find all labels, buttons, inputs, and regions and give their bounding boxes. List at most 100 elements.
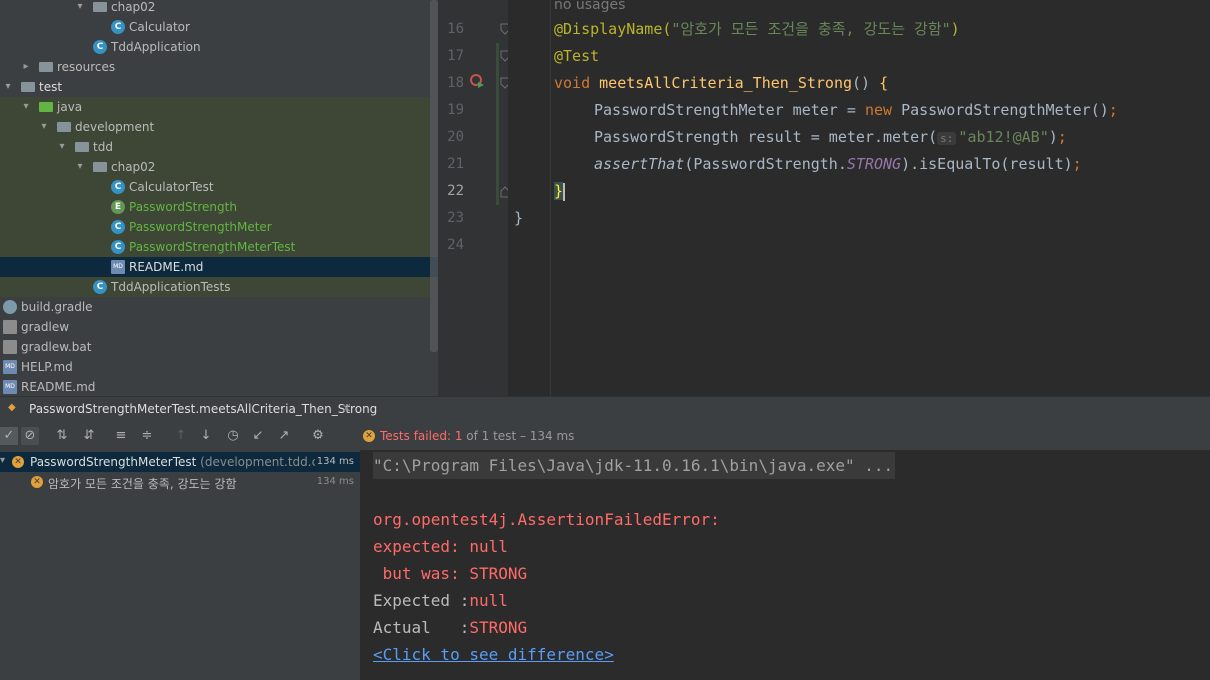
test-class-icon: C <box>111 180 125 194</box>
test-status-text: Tests failed: 1 of 1 test – 134 ms <box>380 429 575 443</box>
package-icon <box>57 122 71 132</box>
parameter-hint: s: <box>937 132 957 145</box>
tree-item-tddapplication[interactable]: C TddApplication <box>0 37 430 57</box>
code-line-17: @Test <box>554 47 600 65</box>
console-expected: Expected :null <box>373 591 508 610</box>
test-item-class[interactable]: ▾ ✕ PasswordStrengthMeterTest (developme… <box>0 452 360 472</box>
run-tab-label[interactable]: PasswordStrengthMeterTest.meetsAllCriter… <box>29 402 377 416</box>
console-expected-line: expected: null <box>373 537 508 556</box>
tree-item-passwordstrengthmeter[interactable]: C PasswordStrengthMeter <box>0 217 430 237</box>
chevron-down-icon[interactable]: ▾ <box>74 157 86 177</box>
line-number: 22 <box>447 183 464 199</box>
test-history-icon[interactable]: ◷ <box>224 427 242 445</box>
line-number: 20 <box>447 129 464 145</box>
chevron-down-icon[interactable]: ▾ <box>56 137 68 157</box>
code-line-16: @DisplayName("암호가 모든 조건을 충족, 강도는 강함") <box>554 20 960 38</box>
vcs-change-marker <box>496 43 499 205</box>
tree-item-readme-root[interactable]: MD README.md <box>0 377 430 396</box>
enum-icon: E <box>111 200 125 214</box>
test-status-bar: ✕ Tests failed: 1 of 1 test – 134 ms <box>360 422 1210 450</box>
tree-item-build-gradle[interactable]: build.gradle <box>0 297 430 317</box>
see-difference-link[interactable]: <Click to see difference> <box>373 641 614 668</box>
line-number: 19 <box>447 102 464 118</box>
code-line-18: void meetsAllCriteria_Then_Strong() { <box>554 74 889 92</box>
tree-item-test[interactable]: ▾ test <box>0 77 430 97</box>
project-tree: ▾ chap02 C Calculator C TddApplication ▸… <box>0 0 438 396</box>
test-method-label: 암호가 모든 조건을 충족, 강도는 강함 <box>48 477 237 491</box>
test-source-folder-icon <box>39 102 53 112</box>
show-ignored-icon[interactable]: ⊘ <box>21 427 39 445</box>
spring-class-icon: C <box>93 40 107 54</box>
console-actual: Actual :STRONG <box>373 618 528 637</box>
test-class-icon: C <box>93 280 107 294</box>
code-line-22: } <box>554 178 566 205</box>
folder-icon <box>21 82 35 92</box>
console-output[interactable]: "C:\Program Files\Java\jdk-11.0.16.1\bin… <box>360 450 1210 680</box>
export-tests-icon[interactable]: ↗ <box>275 427 293 445</box>
code-line-23: } <box>514 209 524 227</box>
tree-item-development[interactable]: ▾ development <box>0 117 430 137</box>
tree-item-help-md[interactable]: MD HELP.md <box>0 357 430 377</box>
resources-folder-icon <box>39 62 53 72</box>
settings-gear-icon[interactable]: ⚙ <box>309 427 327 445</box>
tree-item-resources[interactable]: ▸ resources <box>0 57 430 77</box>
tree-item-calculator[interactable]: C Calculator <box>0 17 430 37</box>
line-number: 24 <box>447 237 464 253</box>
tree-item-tdd[interactable]: ▾ tdd <box>0 137 430 157</box>
failed-icon: ✕ <box>363 430 375 442</box>
code-line-19: PasswordStrengthMeter meter = new Passwo… <box>594 101 1118 119</box>
markdown-icon: MD <box>3 380 17 394</box>
markdown-icon: MD <box>3 360 17 374</box>
run-test-failed-icon[interactable] <box>470 74 484 88</box>
chevron-down-icon[interactable]: ▾ <box>0 455 5 466</box>
chevron-down-icon[interactable]: ▾ <box>74 0 86 17</box>
console-command-line: "C:\Program Files\Java\jdk-11.0.16.1\bin… <box>373 452 896 479</box>
test-item-method[interactable]: ✕ 암호가 모든 조건을 충족, 강도는 강함 134 ms <box>0 472 360 492</box>
tree-item-readme-selected[interactable]: MD README.md <box>0 257 438 277</box>
close-tab-icon[interactable]: × <box>341 401 352 416</box>
tree-item-chap02-test[interactable]: ▾ chap02 <box>0 157 430 177</box>
tree-item-tddapplicationtests[interactable]: C TddApplicationTests <box>0 277 430 297</box>
collapse-all-icon[interactable]: ≑ <box>138 427 156 445</box>
code-line-21: assertThat(PasswordStrength.STRONG).isEq… <box>594 155 1082 173</box>
chevron-down-icon[interactable]: ▾ <box>2 77 14 97</box>
expand-all-icon[interactable]: ≡ <box>112 427 130 445</box>
test-runner-toolbar: ✓ ⊘ ⇅ ⇵ ≡ ≑ ↑ ↓ ◷ ↙ ↗ ⚙ <box>0 422 360 450</box>
code-editor[interactable]: no usages @DisplayName("암호가 모든 조건을 충족, 강… <box>508 0 1210 396</box>
file-icon <box>3 340 17 354</box>
chevron-right-icon[interactable]: ▸ <box>20 57 32 77</box>
console-error-class: org.opentest4j.AssertionFailedError: <box>373 510 720 529</box>
tree-item-calculatortest[interactable]: C CalculatorTest <box>0 177 430 197</box>
run-config-icon: ◆ <box>8 402 16 413</box>
class-icon: C <box>111 20 125 34</box>
line-number: 21 <box>447 156 464 172</box>
sort-duration-icon[interactable]: ⇵ <box>80 427 98 445</box>
folder-icon <box>93 2 107 12</box>
failed-icon: ✕ <box>31 476 43 488</box>
line-number: 18 <box>447 75 464 91</box>
console-butwas-line: but was: STRONG <box>373 564 528 583</box>
text-caret <box>563 182 566 201</box>
tree-item-passwordstrength[interactable]: E PasswordStrength <box>0 197 430 217</box>
tree-scrollbar[interactable] <box>430 0 438 352</box>
line-number: 17 <box>447 48 464 64</box>
previous-failed-icon[interactable]: ↑ <box>172 427 190 445</box>
show-passed-icon[interactable]: ✓ <box>0 427 18 445</box>
sort-alpha-icon[interactable]: ⇅ <box>53 427 71 445</box>
test-class-label: PasswordStrengthMeterTest <box>30 455 197 469</box>
chevron-down-icon[interactable]: ▾ <box>38 117 50 137</box>
tree-item-passwordstrengthmetertest[interactable]: C PasswordStrengthMeterTest <box>0 237 430 257</box>
code-line-20: PasswordStrength result = meter.meter(s:… <box>594 128 1067 146</box>
markdown-icon: MD <box>111 260 125 274</box>
tree-item-gradlew[interactable]: gradlew <box>0 317 430 337</box>
class-icon: C <box>111 220 125 234</box>
next-failed-icon[interactable]: ↓ <box>197 427 215 445</box>
tree-item-java[interactable]: ▾ java <box>0 97 430 117</box>
matched-brace: } <box>554 182 564 200</box>
tree-item-gradlew-bat[interactable]: gradlew.bat <box>0 337 430 357</box>
package-icon <box>93 162 107 172</box>
import-tests-icon[interactable]: ↙ <box>249 427 267 445</box>
test-results-tree: ▾ ✕ PasswordStrengthMeterTest (developme… <box>0 450 360 680</box>
chevron-down-icon[interactable]: ▾ <box>20 97 32 117</box>
tree-item-chap02-main[interactable]: ▾ chap02 <box>0 0 430 17</box>
